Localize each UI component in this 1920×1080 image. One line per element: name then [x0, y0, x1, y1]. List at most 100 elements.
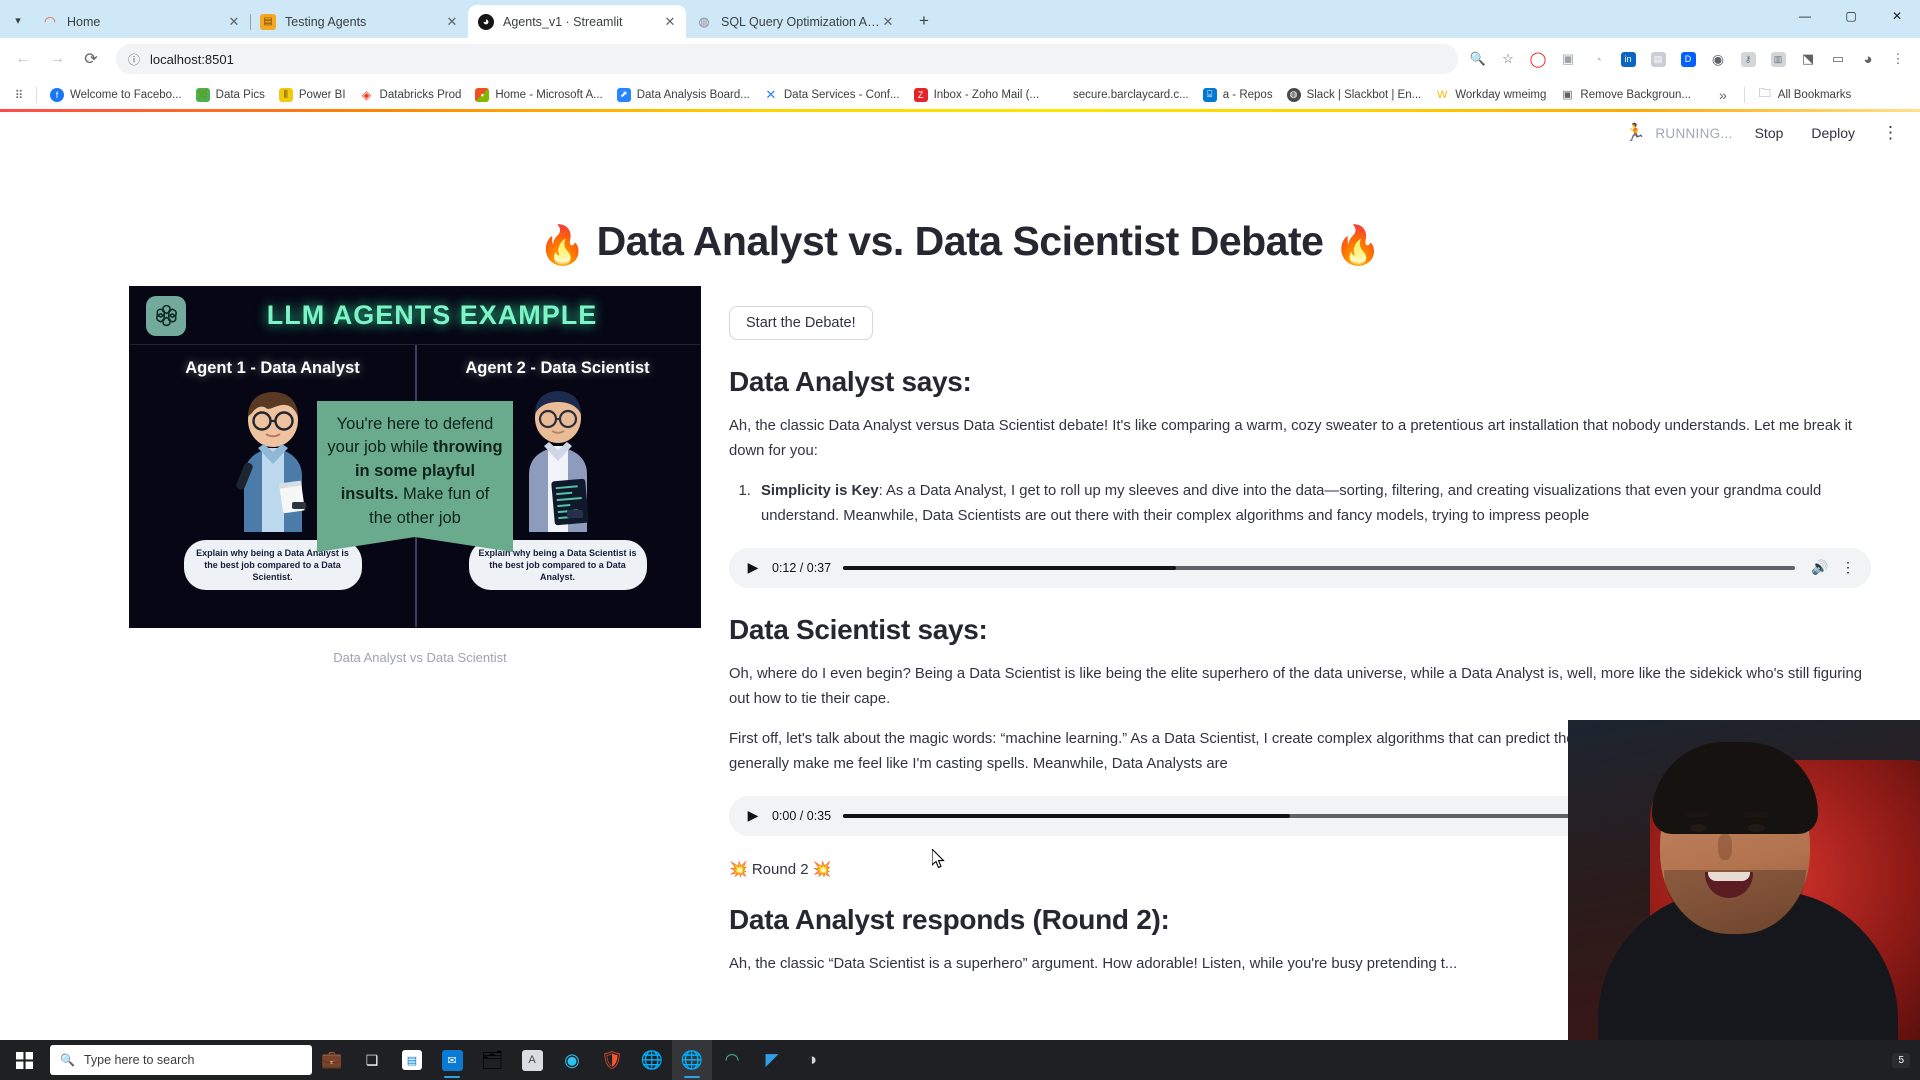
minimize-button[interactable]: — [1782, 0, 1828, 32]
bookmark-item[interactable]: ◈ Databricks Prod [353, 83, 469, 107]
browser-tab-sql-query-optimization-agent[interactable]: ◍ SQL Query Optimization Agent ✕ [686, 5, 904, 38]
zoom-icon[interactable]: 🔍 [1464, 45, 1492, 73]
bookmark-label: Home - Microsoft A... [495, 88, 603, 101]
facebook-icon: f [50, 87, 64, 102]
anaconda-icon[interactable]: ◠ [712, 1040, 752, 1080]
color-extension-icon[interactable]: ◉ [1704, 45, 1732, 73]
zoho-icon: Z [913, 87, 928, 102]
bookmark-label: Data Services - Conf... [783, 88, 900, 101]
back-icon[interactable]: ← [8, 44, 38, 74]
stop-button[interactable]: Stop [1749, 122, 1790, 144]
list-item: Simplicity is Key: As a Data Analyst, I … [755, 479, 1871, 530]
browser-toolbar: ← → ⟳ ⓘ localhost:8501 🔍 ☆ ◯ ▣ ◔ in ▤ D … [0, 38, 1920, 80]
book-icon: ▤ [260, 13, 276, 30]
tab-close-icon[interactable]: ✕ [880, 14, 896, 30]
task-view-icon[interactable]: ❏ [352, 1040, 392, 1080]
key-extension-icon[interactable]: ⚷ [1734, 45, 1762, 73]
new-tab-button[interactable]: + [910, 7, 938, 35]
brave-icon[interactable]: 🛡 [592, 1040, 632, 1080]
bookmark-label: Data Analysis Board... [636, 88, 750, 101]
bookmark-item[interactable]: ⬈ Data Analysis Board... [610, 83, 757, 107]
audio-player-analyst[interactable]: ▶ 0:12 / 0:37 🔊 ⋮ [729, 547, 1871, 588]
file-explorer-icon[interactable]: 🗂 [472, 1040, 512, 1080]
reload-icon[interactable]: ⟳ [76, 44, 106, 74]
deploy-button[interactable]: Deploy [1805, 122, 1861, 144]
tab-close-icon[interactable]: ✕ [662, 14, 678, 30]
image-caption: Data Analyst vs Data Scientist [333, 650, 507, 665]
mail-icon[interactable]: ✉ [432, 1040, 472, 1080]
all-bookmarks-button[interactable]: 🗀 All Bookmarks [1751, 83, 1859, 107]
lock-extension-icon[interactable]: ▥ [1764, 45, 1792, 73]
infographic-title: LLM AGENTS EXAMPLE [266, 300, 598, 330]
bookmark-item[interactable]: ⌸ a - Repos [1196, 83, 1280, 107]
ghost-extension-icon[interactable]: ◔ [1584, 45, 1612, 73]
edge-icon[interactable]: ◉ [552, 1040, 592, 1080]
streamlit-icon: ◕ [478, 13, 494, 30]
forward-icon[interactable]: → [42, 44, 72, 74]
puzzle-extension-icon[interactable]: ⬔ [1794, 45, 1822, 73]
vscode-icon[interactable]: ◤ [752, 1040, 792, 1080]
bookmark-item[interactable]: ✕ Data Services - Conf... [757, 83, 907, 107]
audio-time: 0:00 / 0:35 [772, 808, 832, 823]
webcam-eyebrow-right [1744, 812, 1768, 817]
windows-icon[interactable] [0, 1040, 48, 1080]
bookmark-item[interactable]: ⫼ Power BI [272, 83, 353, 107]
audio-progress-fill [843, 565, 1177, 570]
address-bar[interactable]: ⓘ localhost:8501 [116, 44, 1458, 74]
tab-title: Agents_v1 · Streamlit [503, 14, 623, 29]
bookmark-item[interactable]: secure.barclaycard.c... [1046, 83, 1196, 107]
tray-count-badge[interactable]: 5 [1892, 1052, 1910, 1068]
bookmark-item[interactable]: 🌿 Data Pics [189, 83, 272, 107]
opera-extension-icon[interactable]: ◯ [1524, 45, 1552, 73]
webcam-nose [1718, 834, 1732, 860]
workday-icon: W [1435, 87, 1450, 102]
obs-icon[interactable]: ◑ [792, 1040, 832, 1080]
tab-search-icon[interactable]: ▾ [4, 5, 32, 35]
audio-menu-icon[interactable]: ⋮ [1839, 557, 1857, 579]
tab-close-icon[interactable]: ✕ [226, 14, 242, 30]
left-column: LLM AGENTS EXAMPLE Agent 1 - Data Analys… [129, 268, 729, 991]
briefcase-icon[interactable]: 💼 [312, 1040, 352, 1080]
start-debate-button[interactable]: Start the Debate! [729, 306, 873, 340]
reading-list-icon[interactable]: ▭ [1824, 45, 1852, 73]
microsoft-store-icon[interactable]: ▤ [392, 1040, 432, 1080]
bookmark-item[interactable]: ▣ Remove Backgroun... [1553, 83, 1698, 107]
browser-tab-home[interactable]: ◠ Home ✕ [32, 5, 251, 38]
jira-icon: ⬈ [616, 87, 631, 102]
profile-avatar-icon[interactable]: ◕ [1854, 45, 1882, 73]
adobe-icon[interactable]: A [512, 1040, 552, 1080]
bookmark-item[interactable]: ▪ Home - Microsoft A... [468, 83, 609, 107]
streamlit-main-menu-icon[interactable]: ⋮ [1877, 123, 1904, 143]
apps-grid-icon[interactable]: ⠿ [8, 84, 30, 106]
azure-repos-icon: ⌸ [1202, 87, 1217, 102]
browser-tab-testing-agents[interactable]: ▤ Testing Agents ✕ [250, 5, 468, 38]
bookmark-item[interactable]: Z Inbox - Zoho Mail (... [907, 83, 1046, 107]
running-status: 🏃 RUNNING... [1625, 123, 1733, 143]
llm-agents-infographic: LLM AGENTS EXAMPLE Agent 1 - Data Analys… [129, 286, 701, 628]
dropbox-extension-icon[interactable]: D [1674, 45, 1702, 73]
bookmark-star-icon[interactable]: ☆ [1494, 45, 1522, 73]
play-icon[interactable]: ▶ [743, 806, 763, 826]
audio-progress-track[interactable] [843, 565, 1795, 570]
browser-tab-agents-v1-streamlit[interactable]: ◕ Agents_v1 · Streamlit ✕ [468, 5, 686, 38]
play-icon[interactable]: ▶ [743, 558, 763, 578]
info-circle-icon[interactable]: ⓘ [128, 51, 140, 68]
chrome-icon[interactable]: 🌐 [632, 1040, 672, 1080]
bookmark-item[interactable]: ◍ Slack | Slackbot | En... [1280, 83, 1429, 107]
taskbar-search-input[interactable]: 🔍 Type here to search [50, 1045, 312, 1075]
fire-emoji-left: 🔥 [538, 225, 586, 267]
confluence-icon: ✕ [763, 87, 778, 102]
close-window-button[interactable]: ✕ [1874, 0, 1920, 32]
volume-icon[interactable]: 🔊 [1809, 557, 1831, 579]
bookmark-item[interactable]: f Welcome to Facebo... [43, 83, 189, 107]
linkedin-extension-icon[interactable]: in [1614, 45, 1642, 73]
tab-close-icon[interactable]: ✕ [444, 14, 460, 30]
bookmark-item[interactable]: W Workday wmeimg [1428, 83, 1553, 107]
chrome-active-icon[interactable]: 🌐 [672, 1040, 712, 1080]
analyst-points-list: Simplicity is Key: As a Data Analyst, I … [755, 479, 1871, 530]
screenshot-icon[interactable]: ▣ [1554, 45, 1582, 73]
bookmarks-overflow-button[interactable]: » [1712, 83, 1734, 107]
image-extension-icon[interactable]: ▤ [1644, 45, 1672, 73]
chrome-menu-icon[interactable]: ⋮ [1884, 45, 1912, 73]
maximize-button[interactable]: ▢ [1828, 0, 1874, 32]
